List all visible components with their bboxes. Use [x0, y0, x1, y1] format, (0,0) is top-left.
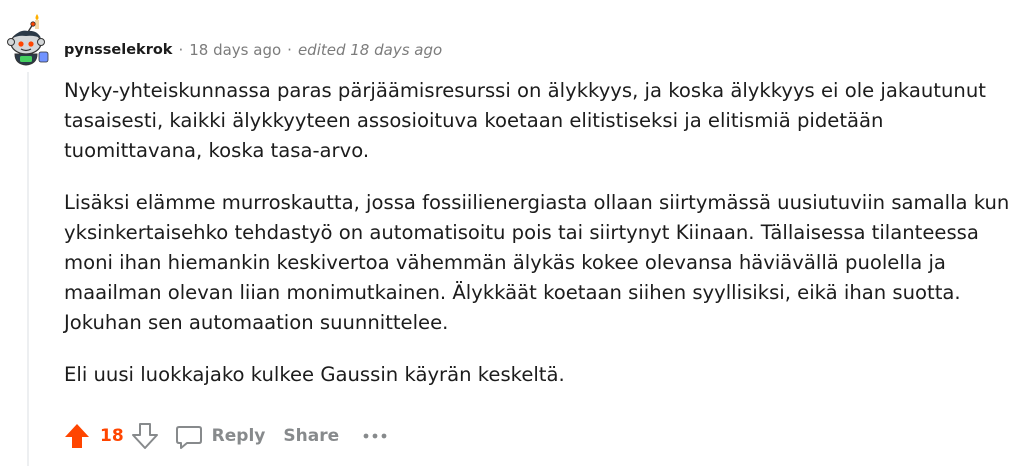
comment-paragraph-3: Eli uusi luokkajako kulkee Gaussin käyrä…: [64, 363, 565, 386]
comment-action-bar: 18 Reply Share: [60, 418, 389, 454]
more-dots-icon: [363, 433, 387, 439]
username-link[interactable]: pynsselekrok: [64, 42, 172, 58]
comment-timestamp[interactable]: 18 days ago: [189, 41, 281, 59]
meta-separator-2: ·: [287, 41, 292, 59]
comment-paragraph-1: Nyky-yhteiskunnassa paras pärjäämisresur…: [64, 79, 986, 162]
comment-meta: pynsselekrok · 18 days ago · edited 18 d…: [64, 40, 442, 60]
thread-line[interactable]: [27, 72, 29, 466]
reply-button[interactable]: Reply: [174, 421, 266, 451]
comment-paragraph-2: Lisäksi elämme murroskautta, jossa fossi…: [64, 191, 1010, 334]
meta-separator: ·: [178, 41, 184, 59]
upvote-arrow-icon: [65, 424, 89, 448]
share-button[interactable]: Share: [283, 426, 339, 446]
snoo-avatar-icon: [7, 14, 49, 66]
upvote-button[interactable]: [60, 419, 94, 453]
comment-body: Nyky-yhteiskunnassa paras pärjäämisresur…: [64, 76, 1014, 412]
downvote-arrow-icon: [131, 423, 158, 449]
more-options-button[interactable]: [361, 426, 389, 446]
edited-timestamp: edited 18 days ago: [297, 41, 443, 59]
vote-score: 18: [100, 426, 124, 446]
speech-bubble-icon: [174, 421, 204, 451]
user-avatar[interactable]: [6, 14, 52, 66]
reply-label: Reply: [211, 426, 266, 446]
downvote-button[interactable]: [128, 419, 162, 453]
